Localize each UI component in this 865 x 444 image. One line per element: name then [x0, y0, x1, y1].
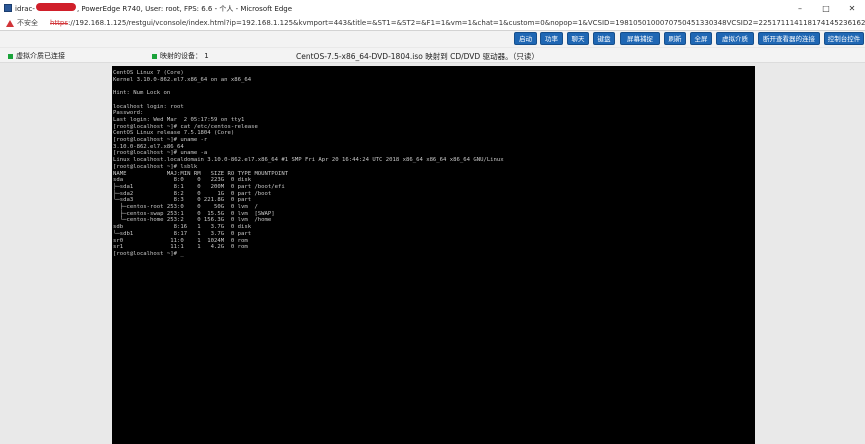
console-line: ├─sda1 8:1 0 200M 0 part /boot/efi [113, 183, 285, 190]
console-line: └─sdb1 8:17 1 3.7G 0 part [113, 230, 252, 237]
console-output: CentOS Linux 7 (Core) Kernel 3.10.0-862.e… [112, 66, 755, 258]
refresh-button[interactable]: 刷新 [664, 32, 686, 45]
console-line: sr0 11:0 1 1024M 0 rom [113, 237, 248, 244]
console-line: NAME MAJ:MIN RM SIZE RO TYPE MOUNTPOINT [113, 170, 289, 177]
status-row: 虚拟介质已连接 映射的设备： 1 CentOS-7.5-x86_64-DVD-1… [0, 48, 865, 63]
power-button[interactable]: 功率 [540, 32, 563, 45]
console-line: CentOS Linux 7 (Core) [113, 70, 184, 76]
kvm-toolbar: 启动 功率 聊天 键盘 屏幕捕捉 刷新 全屏 虚拟介质 断开查看器的连接 控制台… [0, 31, 865, 47]
insecure-label[interactable]: 不安全 [17, 18, 38, 28]
console-line: Linux localhost.localdomain 3.10.0-862.e… [113, 157, 504, 164]
window-title: idrac-, PowerEdge R740, User: root, FPS:… [15, 2, 293, 13]
vmedia-status: 虚拟介质已连接 [8, 51, 65, 61]
mapped-indicator-icon [152, 53, 157, 59]
fullscreen-button[interactable]: 全屏 [690, 32, 712, 45]
launch-button[interactable]: 启动 [514, 32, 537, 45]
console-line: [root@localhost ~]# cat /etc/centos-rele… [113, 123, 258, 130]
console-line: localhost login: root [113, 103, 184, 110]
keyboard-button[interactable]: 键盘 [593, 32, 615, 45]
console-line: Last login: Wed Mar 2 05:17:59 on tty1 [113, 116, 245, 123]
chat-button[interactable]: 聊天 [567, 32, 589, 45]
console-line: ├─centos-root 253:0 0 50G 0 lvm / [113, 204, 258, 211]
console-line: [root@localhost ~]# _ [113, 250, 184, 257]
console-line: [root@localhost ~]# uname -a [113, 150, 208, 157]
vmedia-status-label: 虚拟介质已连接 [16, 52, 65, 60]
screen-capture-button[interactable]: 屏幕捕捉 [620, 32, 660, 45]
console-line: Hint: Num Lock on [113, 90, 171, 97]
console-line: [root@localhost ~]# uname -r [113, 137, 208, 144]
close-icon[interactable]: ✕ [839, 4, 865, 13]
url-text[interactable]: ://192.168.1.125/restgui/vconsole/index.… [68, 19, 865, 27]
disconnect-viewer-button[interactable]: 断开查看器的连接 [758, 32, 820, 45]
address-bar[interactable]: 不安全 https://192.168.1.125/restgui/vconso… [0, 16, 865, 31]
mapped-devices-label: 映射的设备： 1 [160, 52, 209, 60]
console-line: 3.10.0-862.el7.x86_64 [113, 143, 184, 150]
redacted-hostname [35, 2, 76, 11]
console-line: Password: [113, 110, 144, 117]
mapped-devices-status: 映射的设备： 1 [152, 51, 209, 61]
console-line: Kernel 3.10.0-862.el7.x86_64 on an x86_6… [113, 76, 252, 83]
minimize-icon[interactable]: – [787, 4, 813, 13]
console-line: sda 8:0 0 223G 0 disk [113, 177, 252, 184]
media-mapping-info: CentOS-7.5-x86_64-DVD-1804.iso 映射到 CD/DV… [296, 52, 539, 61]
console-line: └─centos-home 253:2 0 156.3G 0 lvm /home [113, 217, 272, 224]
window-title-bar: idrac-, PowerEdge R740, User: root, FPS:… [0, 0, 865, 16]
console-controls-button[interactable]: 控制台控件 [824, 32, 864, 45]
window-controls: – □ ✕ [787, 4, 865, 13]
warning-icon [6, 19, 14, 27]
console-line: CentOS Linux release 7.5.1804 (Core) [113, 130, 235, 137]
virtual-media-button[interactable]: 虚拟介质 [716, 32, 754, 45]
console-line: sr1 11:1 1 4.2G 0 rom [113, 244, 248, 251]
console-line: [root@localhost ~]# lsblk [113, 163, 198, 170]
url-scheme[interactable]: https [50, 19, 68, 27]
console-line: sdb 8:16 1 3.7G 0 disk [113, 224, 252, 231]
connected-indicator-icon [8, 53, 13, 59]
maximize-icon[interactable]: □ [813, 4, 839, 13]
kvm-console-screen[interactable]: CentOS Linux 7 (Core) Kernel 3.10.0-862.e… [112, 66, 755, 444]
app-icon [4, 4, 12, 12]
